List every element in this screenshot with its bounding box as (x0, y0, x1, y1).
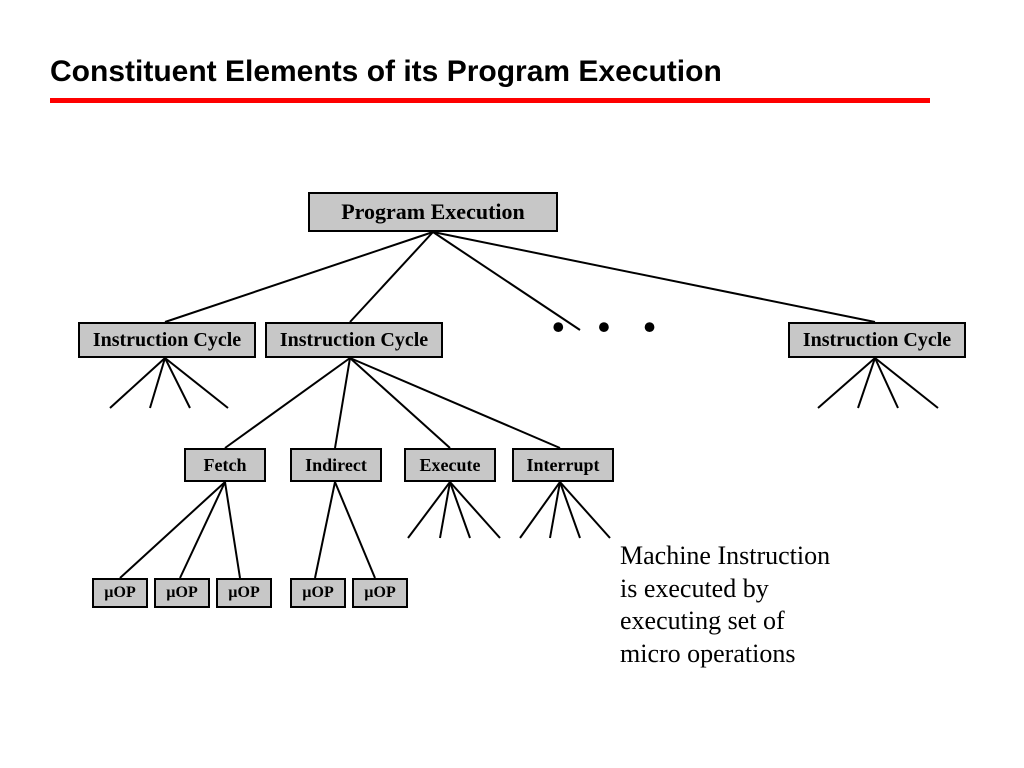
caption-line-1: Machine Instruction (620, 540, 920, 573)
caption-line-4: micro operations (620, 638, 920, 671)
node-instruction-cycle-1: Instruction Cycle (78, 322, 256, 358)
caption: Machine Instruction is executed by execu… (620, 540, 920, 670)
node-uop-3: µOP (216, 578, 272, 608)
node-uop-5: µOP (352, 578, 408, 608)
node-uop-1: µOP (92, 578, 148, 608)
node-uop-4: µOP (290, 578, 346, 608)
caption-line-2: is executed by (620, 573, 920, 606)
node-instruction-cycle-2: Instruction Cycle (265, 322, 443, 358)
node-instruction-cycle-3: Instruction Cycle (788, 322, 966, 358)
node-fetch: Fetch (184, 448, 266, 482)
caption-line-3: executing set of (620, 605, 920, 638)
node-uop-2: µOP (154, 578, 210, 608)
node-interrupt: Interrupt (512, 448, 614, 482)
title-underline (50, 98, 930, 103)
ellipsis: • • • (552, 306, 668, 348)
node-execute: Execute (404, 448, 496, 482)
node-indirect: Indirect (290, 448, 382, 482)
slide-title: Constituent Elements of its Program Exec… (50, 55, 722, 89)
node-program-execution: Program Execution (308, 192, 558, 232)
slide: Constituent Elements of its Program Exec… (0, 0, 1024, 768)
